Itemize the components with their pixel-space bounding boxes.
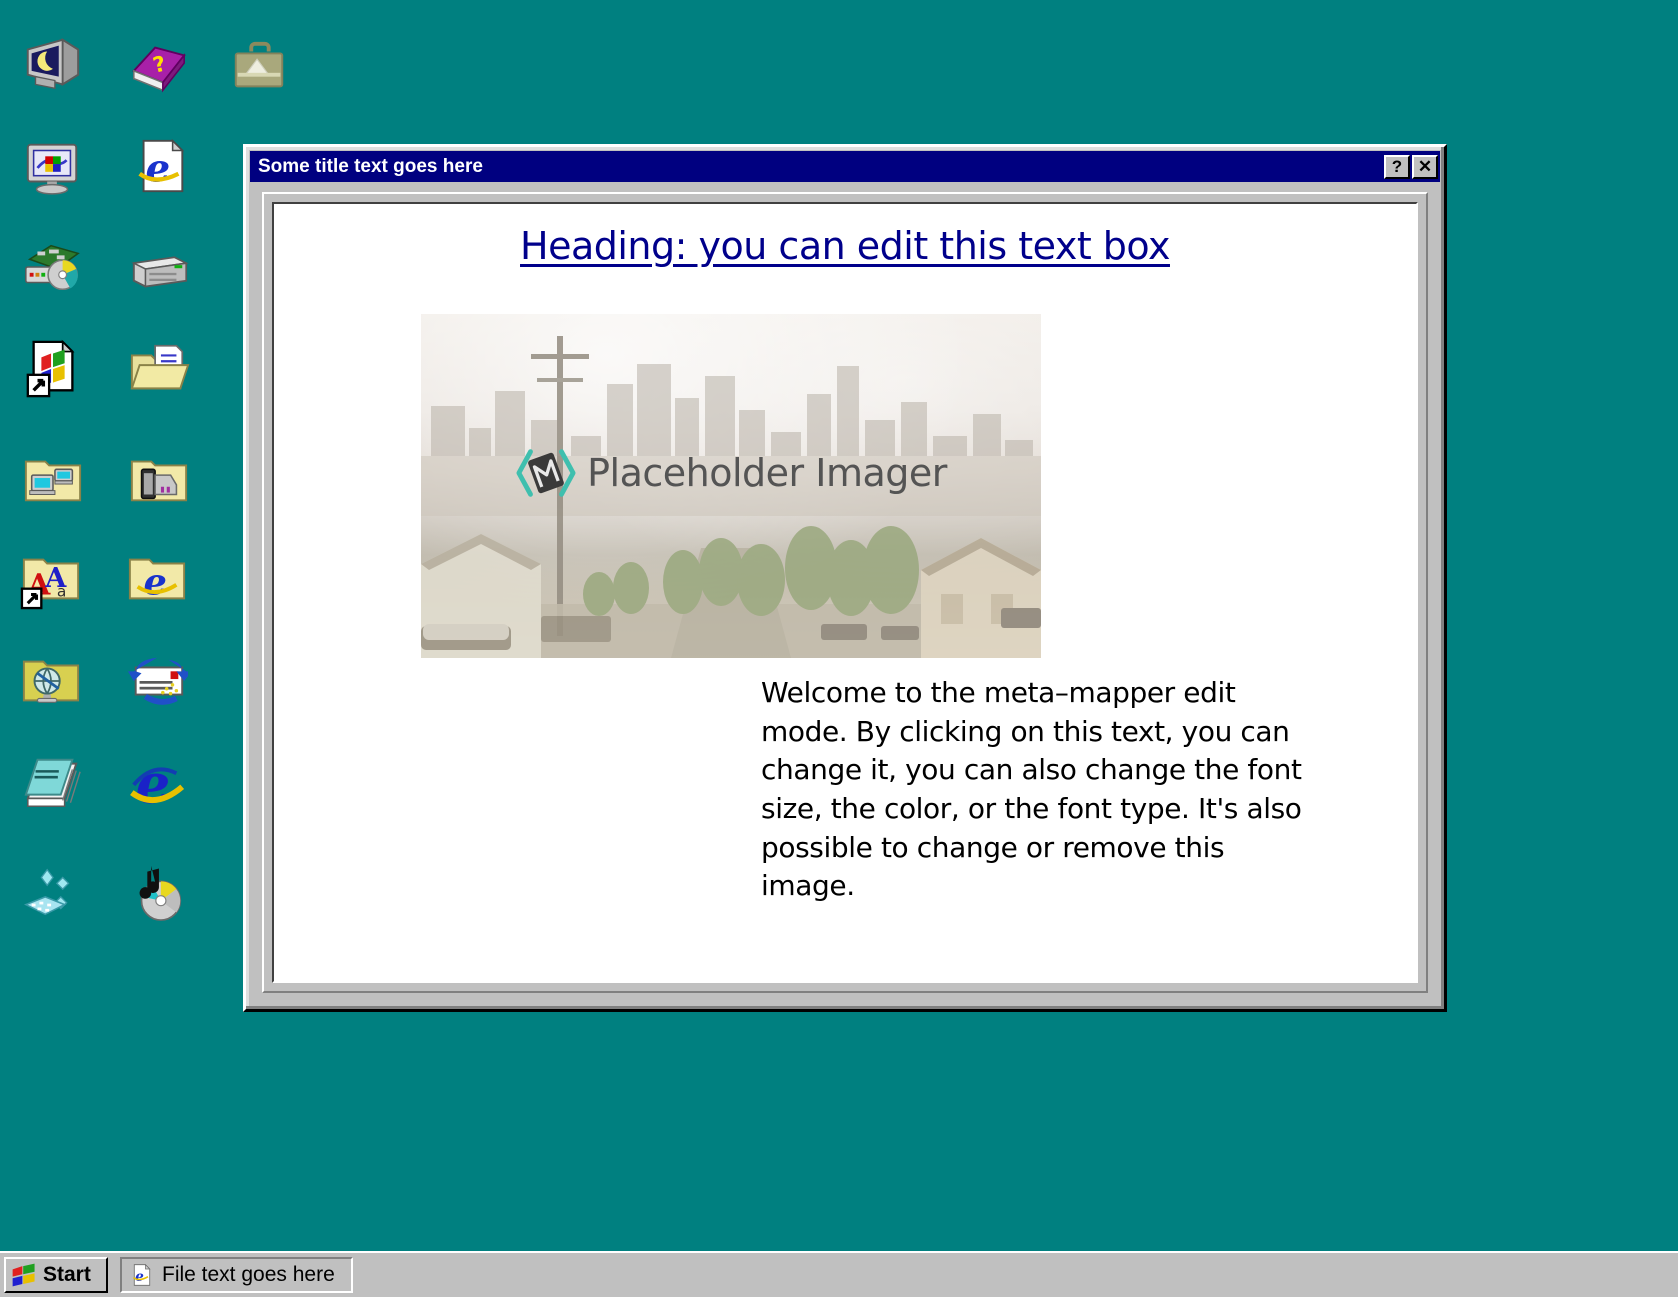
- help-button[interactable]: ?: [1384, 154, 1410, 179]
- document-content-pane: Heading: you can edit this text box Plac…: [272, 202, 1418, 983]
- task-button-file[interactable]: e File text goes here: [120, 1257, 353, 1293]
- application-window: Some title text goes here ? ✕ Heading: y…: [243, 144, 1447, 1012]
- placeholder-watermark: Placeholder Imager: [421, 442, 1041, 504]
- window-body: Heading: you can edit this text box Plac…: [262, 192, 1428, 993]
- network-folder-icon[interactable]: [22, 448, 84, 510]
- windows-flag-icon: [12, 1263, 35, 1287]
- placeholder-watermark-text: Placeholder Imager: [587, 451, 947, 495]
- close-button[interactable]: ✕: [1412, 154, 1438, 179]
- window-title: Some title text goes here: [258, 155, 483, 177]
- internet-explorer-document-icon[interactable]: e: [130, 135, 192, 197]
- internet-explorer-icon[interactable]: e: [126, 750, 188, 812]
- disk-drive-icon[interactable]: [128, 238, 190, 300]
- mail-outbox-icon[interactable]: [126, 650, 188, 712]
- svg-text:a: a: [57, 582, 67, 600]
- notepad-icon[interactable]: [22, 752, 84, 814]
- help-book-icon[interactable]: ?: [128, 36, 190, 98]
- start-button[interactable]: Start: [4, 1257, 108, 1293]
- multimedia-hardware-icon[interactable]: [20, 236, 82, 298]
- open-folder-document-icon[interactable]: [128, 338, 190, 400]
- display-screensaver-icon[interactable]: [20, 34, 82, 96]
- svg-text:e: e: [135, 1269, 144, 1285]
- document-body-text[interactable]: Welcome to the meta–mapper edit mode. By…: [761, 674, 1317, 906]
- taskbar: Start e File text goes here: [0, 1251, 1678, 1297]
- desktop-icon-area: ? e A A a e e: [0, 0, 284, 1180]
- neighborhood-foreground-graphic: [421, 526, 1041, 658]
- fonts-folder-shortcut-icon[interactable]: A A a: [20, 548, 82, 610]
- svg-text:e: e: [146, 147, 171, 192]
- display-properties-icon[interactable]: [22, 135, 84, 197]
- window-titlebar[interactable]: Some title text goes here ? ✕: [250, 151, 1440, 182]
- document-heading[interactable]: Heading: you can edit this text box: [274, 224, 1416, 268]
- briefcase-icon[interactable]: [228, 36, 290, 98]
- disk-cleanup-icon[interactable]: [22, 862, 84, 924]
- cd-audio-icon[interactable]: [126, 860, 188, 922]
- start-button-label: Start: [43, 1263, 91, 1286]
- media-film-folder-icon[interactable]: [128, 448, 190, 510]
- internet-explorer-document-icon: e: [132, 1263, 151, 1286]
- document-image[interactable]: Placeholder Imager: [421, 314, 1041, 658]
- placeholder-logo-icon: [516, 449, 576, 497]
- windows-shortcut-document-icon[interactable]: [22, 338, 84, 400]
- task-button-label: File text goes here: [162, 1263, 335, 1286]
- web-globe-folder-icon[interactable]: [20, 650, 82, 712]
- svg-text:e: e: [143, 560, 166, 604]
- internet-explorer-folder-icon[interactable]: e: [126, 548, 188, 610]
- taskbar-separator: [108, 1257, 112, 1293]
